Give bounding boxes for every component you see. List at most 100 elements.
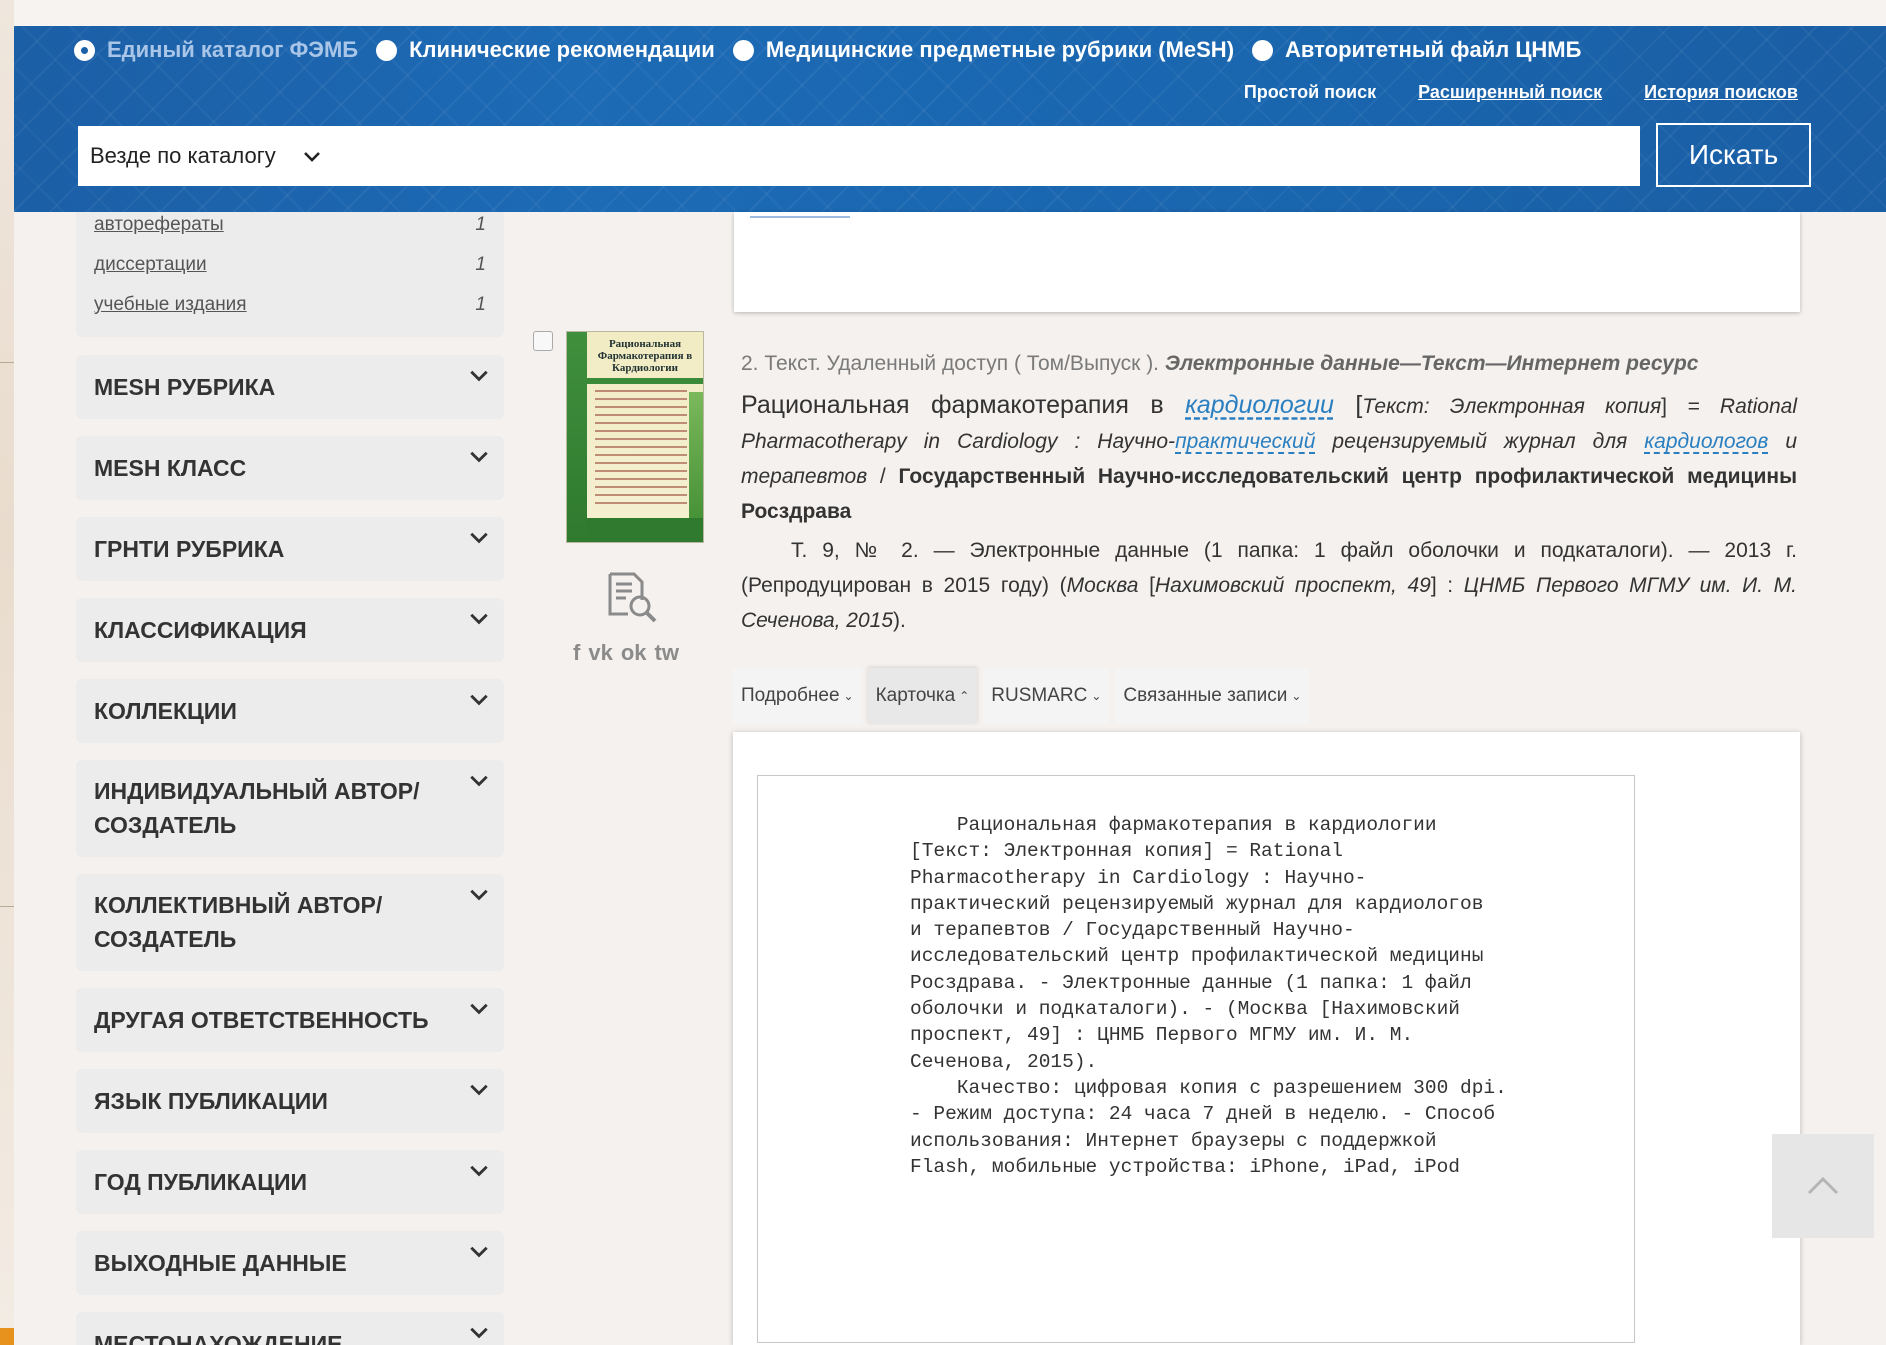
cover-band: [587, 378, 703, 384]
extended-search-link[interactable]: Расширенный поиск: [1418, 82, 1602, 103]
record-subtitle: рецензируемый журнал для: [1315, 430, 1645, 453]
tab-label: RUSMARC: [991, 685, 1088, 706]
facet-label: ИНДИВИДУАЛЬНЫЙ АВТОР/ СОЗДАТЕЛЬ: [94, 778, 420, 838]
odnoklassniki-icon[interactable]: ok: [621, 642, 647, 664]
search-history-link[interactable]: История поисков: [1644, 82, 1798, 103]
record-select-checkbox[interactable]: [533, 331, 553, 351]
type-count: 1: [475, 214, 486, 235]
radio-label: Авторитетный файл ЦНМБ: [1285, 37, 1582, 62]
simple-search-link[interactable]: Простой поиск: [1244, 82, 1376, 103]
facet-imprint[interactable]: ВЫХОДНЫЕ ДАННЫЕ: [76, 1231, 504, 1295]
chevron-down-icon: [470, 613, 488, 625]
facet-location[interactable]: МЕСТОНАХОЖДЕНИЕ: [76, 1312, 504, 1345]
record-issue: Т. 9, № 2.: [791, 539, 919, 562]
list-item: диссертации 1: [94, 254, 494, 276]
document-type-facet: авторефераты 1 диссертации 1 учебные изд…: [76, 212, 504, 337]
chevron-down-icon: [470, 1327, 488, 1339]
facet-corporate-author[interactable]: КОЛЛЕКТИВНЫЙ АВТОР/ СОЗДАТЕЛЬ: [76, 874, 504, 971]
chevron-down-icon: [470, 451, 488, 463]
tab-label: Связанные записи: [1123, 685, 1288, 706]
facet-label: ДРУГАЯ ОТВЕТСТВЕННОСТЬ: [94, 1007, 429, 1033]
type-link[interactable]: диссертации: [94, 254, 207, 276]
previous-record-card: [734, 212, 1800, 312]
record-place: Москва: [1066, 574, 1139, 597]
record-resource-type: Электронные данные—Текст—Интернет ресурс: [1164, 352, 1699, 375]
facet-classification[interactable]: КЛАССИФИКАЦИЯ: [76, 598, 504, 662]
record-imprint-block: Т. 9, № 2. — Электронные данные (1 папка…: [741, 533, 1797, 638]
tab-label: Подробнее: [741, 685, 840, 706]
facebook-icon[interactable]: f: [573, 642, 580, 664]
chevron-down-icon: ⌄: [843, 689, 854, 703]
list-item: авторефераты 1: [94, 214, 494, 236]
record-title-block: Рациональная фармакотерапия в кардиологи…: [741, 388, 1797, 529]
facet-mesh-rubric[interactable]: MESH РУБРИКА: [76, 355, 504, 419]
facet-publication-language[interactable]: ЯЗЫК ПУБЛИКАЦИИ: [76, 1069, 504, 1133]
facet-label: MESH КЛАСС: [94, 455, 247, 481]
search-mode-links: Простой поиск Расширенный поиск История …: [1202, 82, 1798, 103]
facet-publication-year[interactable]: ГОД ПУБЛИКАЦИИ: [76, 1150, 504, 1214]
record-cover-image[interactable]: Рациональная Фармакотерапия в Кардиологи…: [566, 331, 704, 543]
tab-related-records[interactable]: Связанные записи ⌄: [1115, 668, 1310, 724]
chevron-down-icon: [470, 694, 488, 706]
record-gmd: Текст: Электронная копия: [1362, 395, 1662, 418]
radio-button-icon: [732, 39, 754, 61]
chevron-down-icon: [470, 370, 488, 382]
facet-mesh-class[interactable]: MESH КЛАСС: [76, 436, 504, 500]
keyword-link-cardiologists[interactable]: кардиологов: [1644, 430, 1768, 453]
tab-label: Карточка: [875, 685, 956, 706]
bg-divider: [0, 362, 14, 363]
record-responsibility: Государственный Научно-исследовательский…: [741, 465, 1797, 523]
chevron-down-icon: [470, 1084, 488, 1096]
facet-label: ВЫХОДНЫЕ ДАННЫЕ: [94, 1250, 347, 1276]
type-count: 1: [475, 294, 486, 315]
radio-mesh[interactable]: Медицинские предметные рубрики (MeSH): [732, 37, 1235, 63]
bg-divider: [0, 906, 14, 907]
tab-card[interactable]: Карточка ⌃: [867, 668, 978, 724]
twitter-icon[interactable]: tw: [655, 642, 679, 664]
record-title: Рациональная фармакотерапия в: [741, 391, 1186, 419]
search-input[interactable]: [321, 126, 1640, 186]
facet-other-responsibility[interactable]: ДРУГАЯ ОТВЕТСТВЕННОСТЬ: [76, 988, 504, 1052]
chevron-down-icon: [303, 152, 320, 162]
page-background-edge: [0, 0, 14, 1345]
vk-icon[interactable]: vk: [588, 642, 612, 664]
keyword-link-practical[interactable]: практический: [1175, 430, 1315, 453]
search-scope-dropdown[interactable]: Везде по каталогу: [78, 126, 322, 186]
chevron-down-icon: [470, 1246, 488, 1258]
facet-label: КЛАССИФИКАЦИЯ: [94, 617, 307, 643]
record-tabs: Подробнее ⌄ Карточка ⌃ RUSMARC ⌄ Связанные …: [733, 668, 1315, 724]
cover-title: Рациональная Фармакотерапия в Кардиологи…: [597, 338, 693, 374]
search-bar: Везде по каталогу: [78, 126, 1640, 186]
type-link[interactable]: авторефераты: [94, 214, 224, 236]
chevron-down-icon: [470, 1165, 488, 1177]
radio-button-icon: [74, 39, 95, 61]
keyword-link-cardiology[interactable]: кардиологии: [1185, 391, 1334, 419]
radio-clinical-guidelines[interactable]: Клинические рекомендации: [376, 37, 715, 63]
record-address: Нахимовский проспект, 49: [1154, 574, 1431, 597]
facet-label: ГРНТИ РУБРИКА: [94, 536, 285, 562]
bracket: ] :: [1430, 574, 1464, 597]
radio-label: Медицинские предметные рубрики (MeSH): [765, 37, 1235, 62]
scroll-to-top-button[interactable]: [1772, 1134, 1874, 1238]
chevron-down-icon: [470, 1003, 488, 1015]
type-link[interactable]: учебные издания: [94, 294, 247, 316]
radio-unified-catalog[interactable]: Единый каталог ФЭМБ: [74, 37, 358, 63]
facet-grnti-rubric[interactable]: ГРНТИ РУБРИКА: [76, 517, 504, 581]
search-button[interactable]: Искать: [1656, 123, 1811, 187]
catalog-card: Рациональная фармакотерапия в кардиологи…: [757, 775, 1635, 1343]
facet-collections[interactable]: КОЛЛЕКЦИИ: [76, 679, 504, 743]
radio-authority-file[interactable]: Авторитетный файл ЦНМБ: [1252, 37, 1581, 63]
bracket: [: [1333, 391, 1363, 419]
cover-spine: [567, 332, 587, 542]
preview-search-icon[interactable]: [604, 570, 660, 624]
facet-label: КОЛЛЕКЦИИ: [94, 698, 237, 724]
facet-label: КОЛЛЕКТИВНЫЙ АВТОР/ СОЗДАТЕЛЬ: [94, 892, 383, 952]
facet-individual-author[interactable]: ИНДИВИДУАЛЬНЫЙ АВТОР/ СОЗДАТЕЛЬ: [76, 760, 504, 857]
previous-record-link[interactable]: [750, 212, 850, 218]
chevron-up-icon: ⌃: [959, 689, 970, 703]
facet-label: ЯЗЫК ПУБЛИКАЦИИ: [94, 1088, 328, 1114]
close-paren: ).: [893, 609, 906, 632]
bg-accent: [0, 1328, 14, 1345]
tab-rusmarc[interactable]: RUSMARC ⌄: [983, 668, 1110, 724]
tab-details[interactable]: Подробнее ⌄: [733, 668, 862, 724]
